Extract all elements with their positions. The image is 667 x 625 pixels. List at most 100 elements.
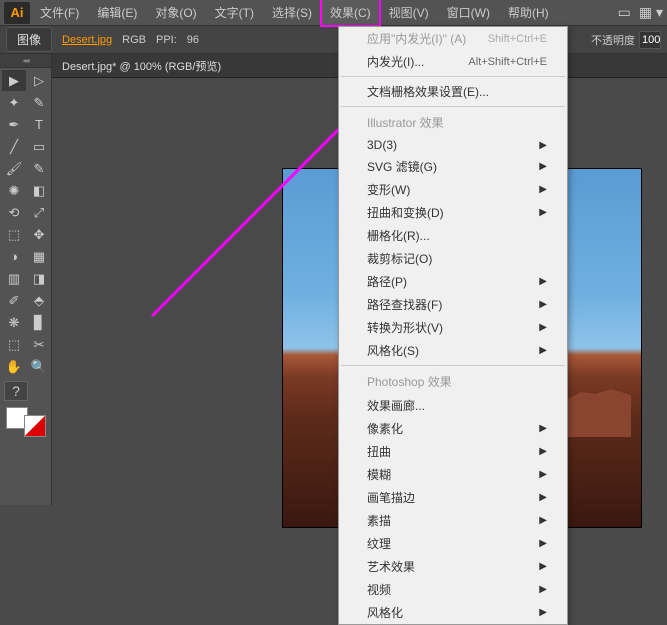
selection-tool[interactable]: ▶ bbox=[2, 70, 26, 91]
menu-last-effect[interactable]: 内发光(I)... Alt+Shift+Ctrl+E bbox=[339, 50, 567, 73]
line-tool[interactable]: ╱ bbox=[2, 136, 26, 157]
menu-brush-strokes[interactable]: 画笔描边▶ bbox=[339, 486, 567, 509]
submenu-arrow-icon: ▶ bbox=[539, 207, 547, 218]
submenu-arrow-icon: ▶ bbox=[539, 161, 547, 172]
menu-doc-raster-settings[interactable]: 文档栅格效果设置(E)... bbox=[339, 80, 567, 103]
menu-type[interactable]: 文字(T) bbox=[207, 0, 262, 25]
submenu-arrow-icon: ▶ bbox=[539, 469, 547, 480]
menu-label: 文档栅格效果设置(E)... bbox=[367, 83, 489, 100]
symbol-sprayer-tool[interactable]: ❋ bbox=[2, 312, 26, 333]
toolbox-grip[interactable]: ◂◂ bbox=[0, 54, 51, 68]
menu-video[interactable]: 视频▶ bbox=[339, 578, 567, 601]
menu-rasterize[interactable]: 栅格化(R)... bbox=[339, 224, 567, 247]
menu-section-photoshop: Photoshop 效果 bbox=[339, 369, 567, 394]
submenu-arrow-icon: ▶ bbox=[539, 607, 547, 618]
paintbrush-tool[interactable]: 🖌 bbox=[2, 158, 26, 179]
menu-blur[interactable]: 模糊▶ bbox=[339, 463, 567, 486]
menu-pathfinder[interactable]: 路径查找器(F)▶ bbox=[339, 293, 567, 316]
submenu-arrow-icon: ▶ bbox=[539, 446, 547, 457]
eyedropper-tool[interactable]: ✐ bbox=[2, 290, 26, 311]
menu-object[interactable]: 对象(O) bbox=[147, 0, 204, 25]
ppi-value: 96 bbox=[187, 34, 199, 46]
submenu-arrow-icon: ▶ bbox=[539, 492, 547, 503]
menu-window[interactable]: 窗口(W) bbox=[439, 0, 498, 25]
fill-stroke-swatch[interactable] bbox=[6, 407, 46, 437]
hand-tool[interactable]: ✋ bbox=[2, 356, 26, 377]
menu-edit[interactable]: 编辑(E) bbox=[89, 0, 145, 25]
menu-select[interactable]: 选择(S) bbox=[264, 0, 320, 25]
blob-brush-tool[interactable]: ✺ bbox=[2, 180, 26, 201]
menu-section-illustrator: Illustrator 效果 bbox=[339, 110, 567, 135]
zoom-tool[interactable]: 🔍 bbox=[27, 356, 51, 377]
ppi-label: PPI: bbox=[156, 34, 177, 46]
submenu-arrow-icon: ▶ bbox=[539, 322, 547, 333]
effect-menu-dropdown: 应用"内发光(I)" (A) Shift+Ctrl+E 内发光(I)... Al… bbox=[338, 26, 568, 625]
menu-sketch[interactable]: 素描▶ bbox=[339, 509, 567, 532]
artboard-tool[interactable]: ⬚ bbox=[2, 334, 26, 355]
type-tool[interactable]: T bbox=[27, 114, 51, 135]
submenu-arrow-icon: ▶ bbox=[539, 299, 547, 310]
menu-separator bbox=[341, 76, 565, 77]
menu-stylize-ai[interactable]: 风格化(S)▶ bbox=[339, 339, 567, 362]
menu-label: 内发光(I)... bbox=[367, 53, 424, 70]
menu-artistic[interactable]: 艺术效果▶ bbox=[339, 555, 567, 578]
toolbox: ◂◂ ▶ ▷ ✦ ✎ ✒ T ╱ ▭ 🖌 ✎ ✺ ◧ ⟲ ⤢ ⬚ ✥ ◑ ▦ ▥… bbox=[0, 54, 52, 505]
submenu-arrow-icon: ▶ bbox=[539, 584, 547, 595]
menu-3d[interactable]: 3D(3)▶ bbox=[339, 135, 567, 155]
menu-convert-shape[interactable]: 转换为形状(V)▶ bbox=[339, 316, 567, 339]
rotate-tool[interactable]: ⟲ bbox=[2, 202, 26, 223]
graph-tool[interactable]: ▊ bbox=[27, 312, 51, 333]
pen-tool[interactable]: ✒ bbox=[2, 114, 26, 135]
menu-pixelate[interactable]: 像素化▶ bbox=[339, 417, 567, 440]
menu-stylize-ps[interactable]: 风格化▶ bbox=[339, 601, 567, 624]
menu-texture[interactable]: 纹理▶ bbox=[339, 532, 567, 555]
gradient-tool[interactable]: ◨ bbox=[27, 268, 51, 289]
app-logo: Ai bbox=[4, 2, 30, 24]
menu-distort-transform[interactable]: 扭曲和变换(D)▶ bbox=[339, 201, 567, 224]
eraser-tool[interactable]: ◧ bbox=[27, 180, 51, 201]
menu-separator bbox=[341, 365, 565, 366]
opacity-label: 不透明度 bbox=[591, 32, 635, 48]
object-type-label: 图像 bbox=[6, 27, 52, 52]
linked-file[interactable]: Desert.jpg bbox=[62, 34, 112, 46]
submenu-arrow-icon: ▶ bbox=[539, 140, 547, 151]
scale-tool[interactable]: ⤢ bbox=[27, 202, 51, 223]
layout-icon[interactable]: ▭ bbox=[618, 4, 631, 21]
submenu-arrow-icon: ▶ bbox=[539, 184, 547, 195]
arrange-icon[interactable]: ▦ ▾ bbox=[639, 4, 663, 21]
menu-help[interactable]: 帮助(H) bbox=[500, 0, 557, 25]
menu-svg-filters[interactable]: SVG 滤镜(G)▶ bbox=[339, 155, 567, 178]
menu-shortcut: Alt+Shift+Ctrl+E bbox=[468, 56, 547, 68]
stroke-swatch[interactable] bbox=[24, 415, 46, 437]
pencil-tool[interactable]: ✎ bbox=[27, 158, 51, 179]
menu-effect[interactable]: 效果(C) bbox=[322, 0, 379, 25]
menu-separator bbox=[341, 106, 565, 107]
free-transform-tool[interactable]: ✥ bbox=[27, 224, 51, 245]
menu-effect-gallery[interactable]: 效果画廊... bbox=[339, 394, 567, 417]
mesh-tool[interactable]: ▥ bbox=[2, 268, 26, 289]
opacity-field[interactable]: 100 bbox=[639, 31, 661, 49]
blend-tool[interactable]: ⬘ bbox=[27, 290, 51, 311]
shape-builder-tool[interactable]: ◑ bbox=[2, 246, 26, 267]
help-tool[interactable]: ? bbox=[4, 381, 28, 401]
submenu-arrow-icon: ▶ bbox=[539, 423, 547, 434]
submenu-arrow-icon: ▶ bbox=[539, 515, 547, 526]
submenu-arrow-icon: ▶ bbox=[539, 538, 547, 549]
width-tool[interactable]: ⬚ bbox=[2, 224, 26, 245]
submenu-arrow-icon: ▶ bbox=[539, 345, 547, 356]
menu-distort-ps[interactable]: 扭曲▶ bbox=[339, 440, 567, 463]
slice-tool[interactable]: ✂ bbox=[27, 334, 51, 355]
rectangle-tool[interactable]: ▭ bbox=[27, 136, 51, 157]
lasso-tool[interactable]: ✎ bbox=[27, 92, 51, 113]
perspective-tool[interactable]: ▦ bbox=[27, 246, 51, 267]
colormode-label: RGB bbox=[122, 34, 146, 46]
menu-crop-marks[interactable]: 裁剪标记(O) bbox=[339, 247, 567, 270]
magic-wand-tool[interactable]: ✦ bbox=[2, 92, 26, 113]
menu-path[interactable]: 路径(P)▶ bbox=[339, 270, 567, 293]
menu-apply-last-effect[interactable]: 应用"内发光(I)" (A) Shift+Ctrl+E bbox=[339, 27, 567, 50]
menu-file[interactable]: 文件(F) bbox=[32, 0, 87, 25]
menu-warp[interactable]: 变形(W)▶ bbox=[339, 178, 567, 201]
menu-label: 应用"内发光(I)" bbox=[367, 30, 447, 47]
menu-view[interactable]: 视图(V) bbox=[381, 0, 437, 25]
direct-selection-tool[interactable]: ▷ bbox=[27, 70, 51, 91]
